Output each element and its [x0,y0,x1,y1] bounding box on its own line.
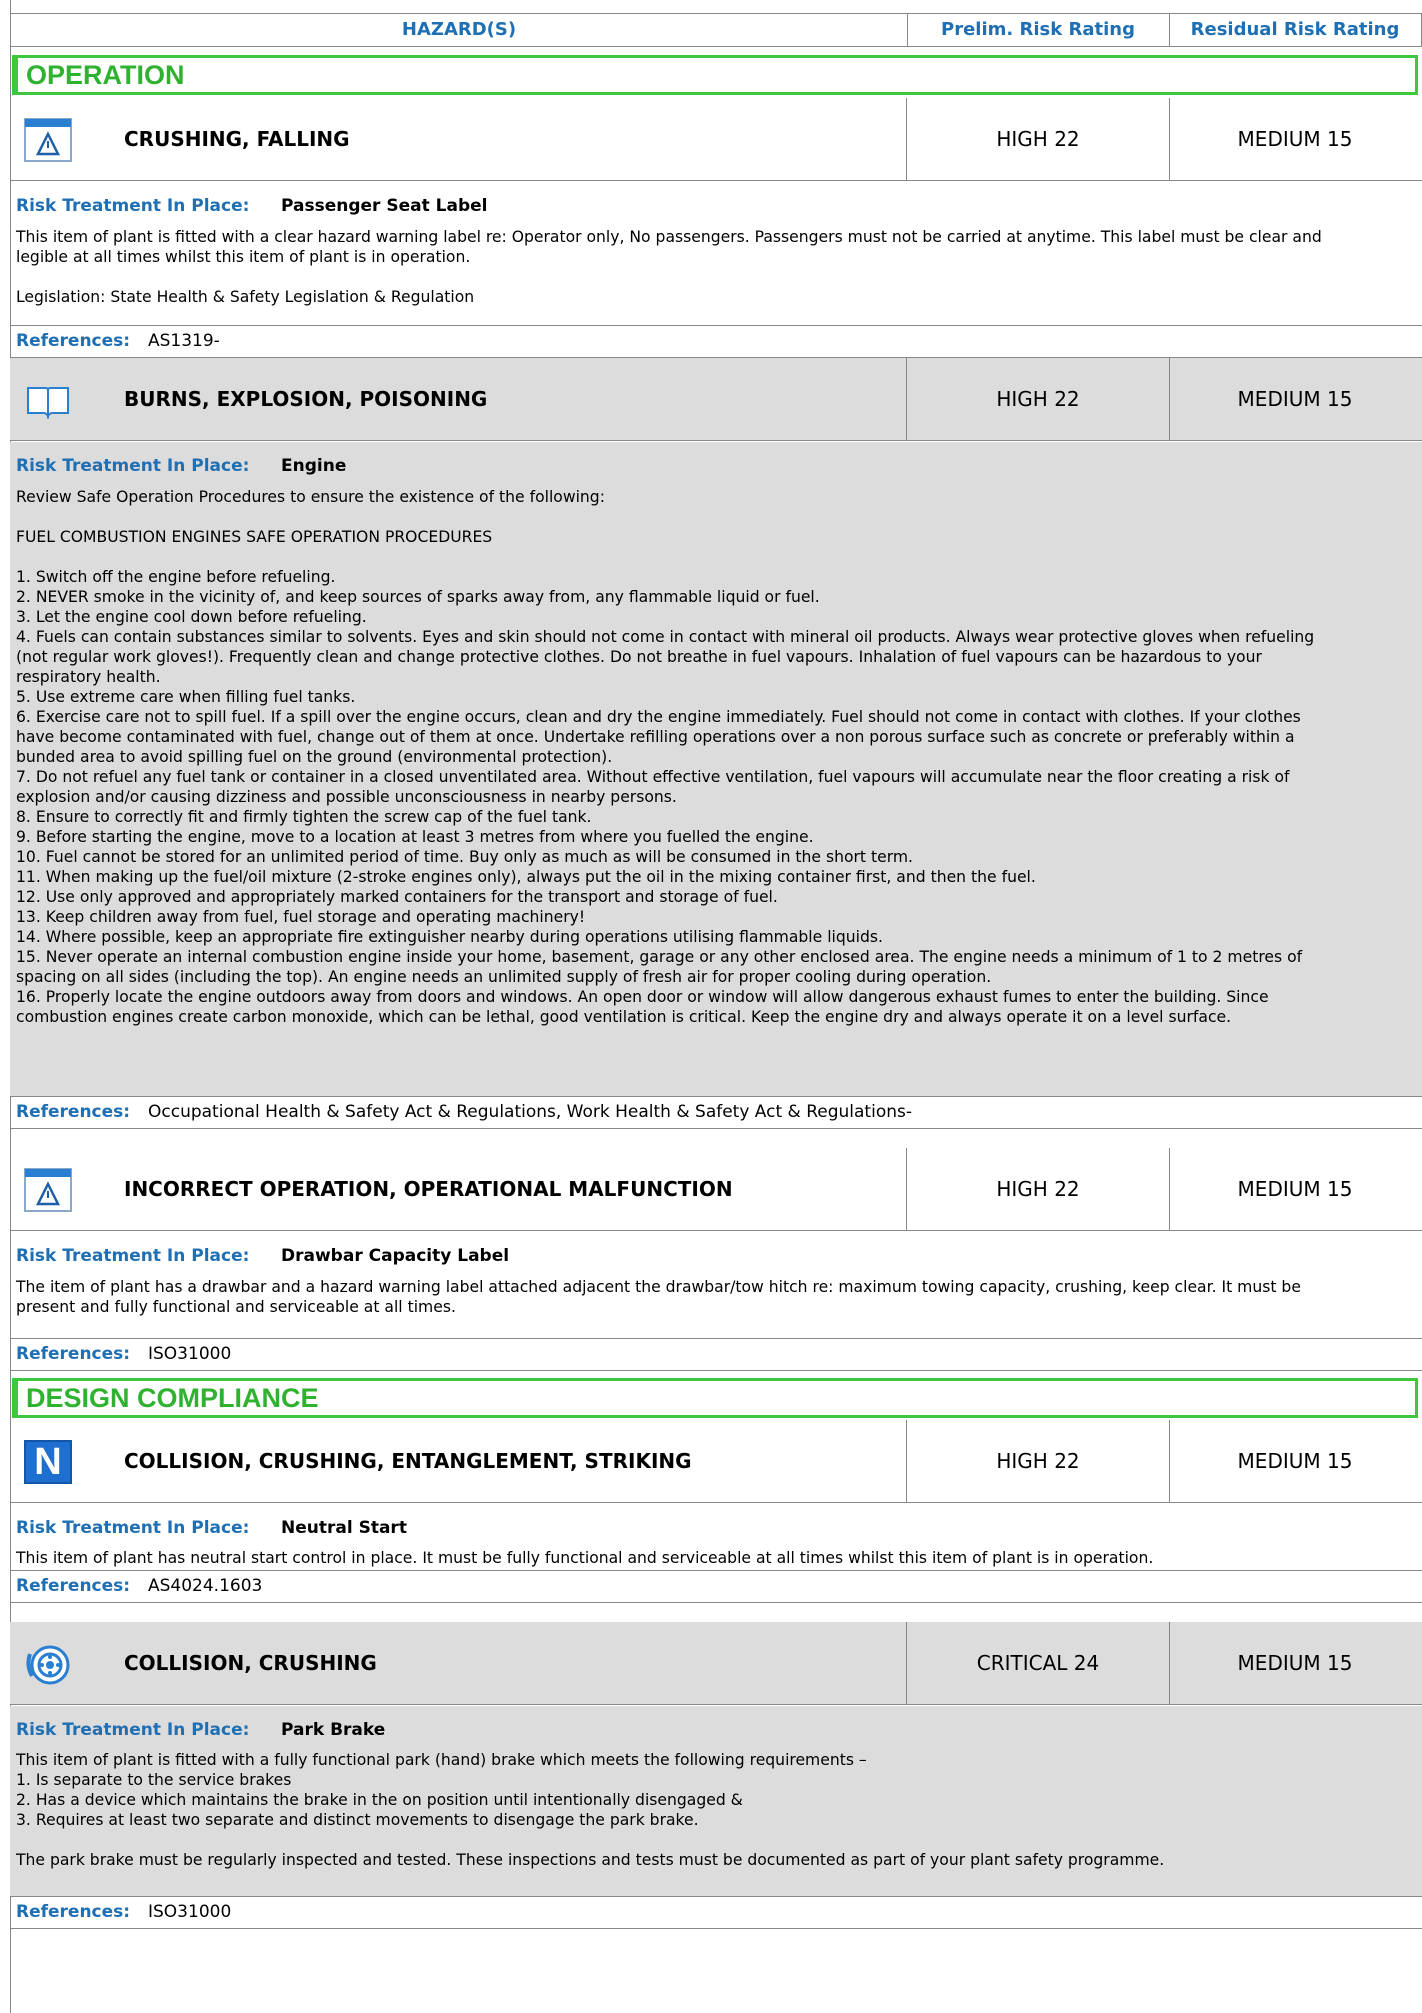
treatment-label: Risk Treatment In Place: [16,456,250,476]
residual-rating: MEDIUM 15 [1237,1177,1353,1201]
brake-disc-icon [26,1645,70,1685]
treatment-block: Risk Treatment In Place: Neutral Start T… [10,1504,1422,1570]
treatment-text: Review Safe Operation Procedures to ensu… [16,488,1315,1026]
prelim-rating: HIGH 22 [906,358,1170,440]
residual-rating: MEDIUM 15 [1237,1651,1353,1675]
hazard-row: CRUSHING, FALLING HIGH 22 MEDIUM 15 [10,98,1422,181]
treatment-label: Risk Treatment In Place: [16,1720,250,1740]
treatment-text: This item of plant is fitted with a full… [16,1751,1165,1869]
references-value: ISO31000 [148,1344,232,1364]
references-value: Occupational Health & Safety Act & Regul… [148,1102,912,1122]
prelim-rating: CRITICAL 24 [906,1622,1170,1704]
treatment-block: Risk Treatment In Place: Drawbar Capacit… [10,1232,1422,1338]
treatment-text: This item of plant is fitted with a clea… [16,228,1322,306]
references-row: References: ISO31000 [10,1896,1422,1929]
hazard-row: BURNS, EXPLOSION, POISONING HIGH 22 MEDI… [10,358,1422,441]
references-label: References: [16,1902,131,1922]
treatment-text: This item of plant has neutral start con… [16,1549,1154,1567]
references-label: References: [16,1102,131,1122]
references-row: References: AS4024.1603 [10,1570,1422,1603]
residual-rating: MEDIUM 15 [1237,127,1353,151]
references-label: References: [16,1576,131,1596]
warning-label-icon [24,118,72,162]
header-residual-risk: Residual Risk Rating [1190,19,1400,40]
references-value: AS1319- [148,331,220,351]
treatment-label: Risk Treatment In Place: [16,1246,250,1266]
references-label: References: [16,1344,131,1364]
references-value: ISO31000 [148,1902,232,1922]
hazard-row: INCORRECT OPERATION, OPERATIONAL MALFUNC… [10,1148,1422,1231]
treatment-line: Risk Treatment In Place: Engine [16,456,346,476]
treatment-label: Risk Treatment In Place: [16,1518,250,1538]
header-hazards: HAZARD(S) [11,14,908,46]
hazard-title: INCORRECT OPERATION, OPERATIONAL MALFUNC… [124,1177,733,1201]
treatment-label: Risk Treatment In Place: [16,196,250,216]
treatment-name: Engine [281,456,347,476]
treatment-line: Risk Treatment In Place: Passenger Seat … [16,196,487,216]
references-row: References: ISO31000 [10,1338,1422,1371]
treatment-block: Risk Treatment In Place: Park Brake This… [10,1706,1422,1896]
neutral-start-letter: N [34,1441,62,1483]
treatment-line: Risk Treatment In Place: Park Brake [16,1720,385,1740]
section-design-compliance: DESIGN COMPLIANCE [12,1378,1418,1418]
prelim-rating: HIGH 22 [906,1148,1170,1230]
section-operation: OPERATION [12,55,1418,95]
hazard-row: N COLLISION, CRUSHING, ENTANGLEMENT, STR… [10,1420,1422,1503]
treatment-line: Risk Treatment In Place: Neutral Start [16,1518,407,1538]
residual-rating: MEDIUM 15 [1237,1449,1353,1473]
hazard-title: COLLISION, CRUSHING [124,1651,377,1675]
prelim-rating: HIGH 22 [906,98,1170,180]
treatment-name: Neutral Start [281,1518,407,1538]
warning-label-icon [24,1168,72,1212]
header-prelim-risk: Prelim. Risk Rating [907,14,1170,46]
hazard-title: COLLISION, CRUSHING, ENTANGLEMENT, STRIK… [124,1449,692,1473]
hazard-title: BURNS, EXPLOSION, POISONING [124,387,488,411]
hazard-row: COLLISION, CRUSHING CRITICAL 24 MEDIUM 1… [10,1622,1422,1705]
treatment-text: The item of plant has a drawbar and a ha… [16,1278,1301,1316]
table-header: HAZARD(S) Prelim. Risk Rating Residual R… [10,13,1422,47]
treatment-name: Passenger Seat Label [281,196,488,216]
treatment-block: Risk Treatment In Place: Passenger Seat … [10,182,1422,325]
treatment-block: Risk Treatment In Place: Engine Review S… [10,442,1422,1096]
prelim-rating: HIGH 22 [906,1420,1170,1502]
treatment-name: Park Brake [281,1720,386,1740]
references-row: References: AS1319- [10,325,1422,358]
references-label: References: [16,331,131,351]
references-value: AS4024.1603 [148,1576,263,1596]
neutral-start-icon: N [24,1440,72,1484]
references-row: References: Occupational Health & Safety… [10,1096,1422,1129]
treatment-name: Drawbar Capacity Label [281,1246,510,1266]
treatment-line: Risk Treatment In Place: Drawbar Capacit… [16,1246,509,1266]
residual-rating: MEDIUM 15 [1237,387,1353,411]
hazard-title: CRUSHING, FALLING [124,127,350,151]
book-icon [27,387,69,420]
